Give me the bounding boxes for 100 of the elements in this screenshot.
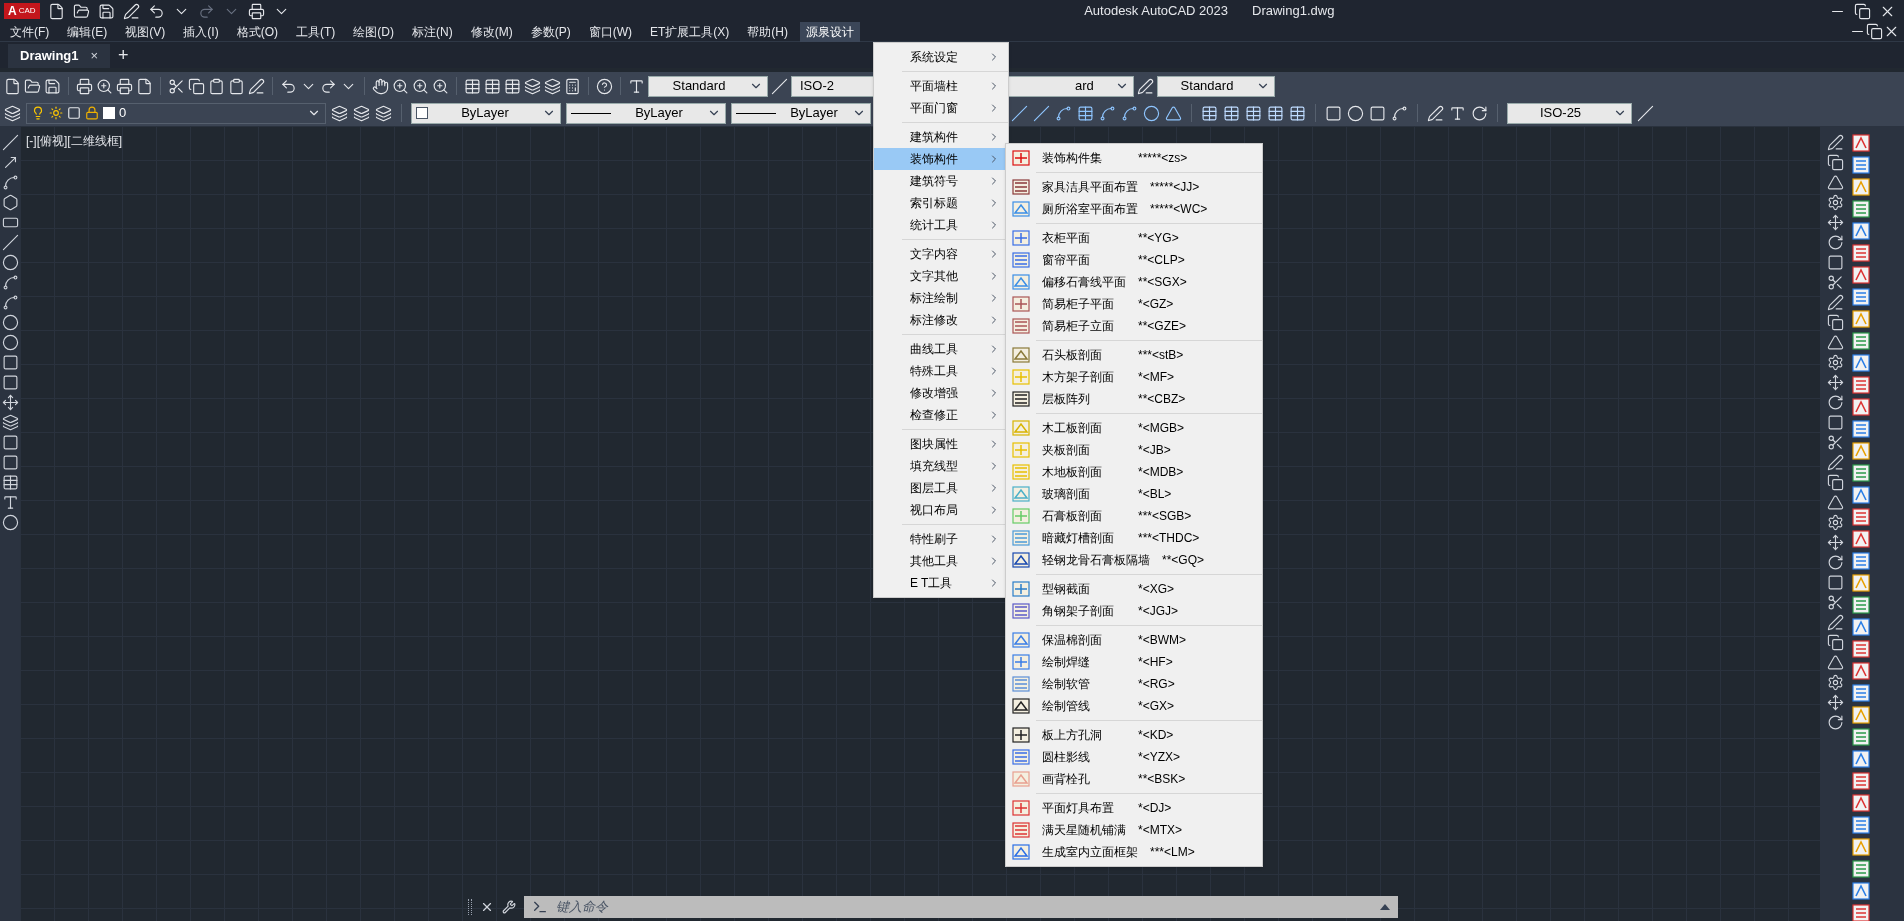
menu-option[interactable]: 满天星随机铺满 bbox=[1042, 821, 1126, 839]
menu-option[interactable]: 家具洁具平面布置 bbox=[1042, 178, 1138, 196]
menu-item[interactable]: 窗口(W) bbox=[582, 21, 638, 42]
menu-option[interactable]: 图层工具 bbox=[874, 477, 1008, 499]
menu-option[interactable]: 型钢截面 bbox=[1042, 580, 1126, 598]
menu-option[interactable]: 夹板剖面 bbox=[1042, 441, 1126, 459]
menu-option[interactable]: 圆柱影线 bbox=[1042, 748, 1126, 766]
menu-option[interactable]: 检查修正 bbox=[874, 404, 1008, 426]
menu-option[interactable]: 建筑构件 bbox=[874, 126, 1008, 148]
menu-option[interactable]: 玻璃剖面 bbox=[1042, 485, 1126, 503]
menu-option[interactable]: 图块属性 bbox=[874, 433, 1008, 455]
shortcut-text: *<GZ> bbox=[1138, 296, 1174, 313]
menu-option[interactable]: 文字内容 bbox=[874, 243, 1008, 265]
menu-item[interactable]: 标注(N) bbox=[406, 21, 459, 42]
menu-option[interactable]: 保温棉剖面 bbox=[1042, 631, 1126, 649]
linetype-dropdown[interactable]: ByLayer bbox=[566, 102, 726, 124]
menu-option[interactable]: 建筑符号 bbox=[874, 170, 1008, 192]
shortcut-text: *<GX> bbox=[1138, 698, 1175, 715]
menu-option[interactable]: 衣柜平面 bbox=[1042, 229, 1126, 247]
shortcut-text: **<GZE> bbox=[1138, 318, 1187, 335]
menu-option[interactable]: 偏移石膏线平面 bbox=[1042, 273, 1126, 291]
shortcut-text: *****<JJ> bbox=[1150, 179, 1200, 196]
menu-item[interactable]: 插入(I) bbox=[177, 21, 225, 42]
shortcut-text: *<YZX> bbox=[1138, 749, 1181, 766]
shortcut-text: **<CBZ> bbox=[1138, 391, 1186, 408]
shortcut-text: *<BL> bbox=[1138, 486, 1172, 503]
shortcut-text: *<JGJ> bbox=[1138, 603, 1179, 620]
menu-option[interactable]: 装饰构件集 bbox=[1042, 149, 1126, 167]
menu-option[interactable]: 角钢架子剖面 bbox=[1042, 602, 1126, 620]
new-tab-button[interactable]: + bbox=[118, 44, 129, 68]
menu-option[interactable]: 特性刷子 bbox=[874, 528, 1008, 550]
menu-option[interactable]: 装饰构件 bbox=[874, 148, 1008, 170]
menu-item[interactable]: 参数(P) bbox=[524, 21, 577, 42]
shortcut-text: **<CLP> bbox=[1138, 252, 1185, 269]
layer-dropdown[interactable]: 0 bbox=[26, 102, 326, 124]
menu-option[interactable]: 暗藏灯槽剖面 bbox=[1042, 529, 1126, 547]
menu-option[interactable]: 画背栓孔 bbox=[1042, 770, 1126, 788]
menu-option[interactable]: E T工具 bbox=[874, 572, 1008, 594]
menu-option[interactable]: 文字其他 bbox=[874, 265, 1008, 287]
menu-option[interactable]: 厕所浴室平面布置 bbox=[1042, 200, 1138, 218]
shortcut-text: *<KD> bbox=[1138, 727, 1174, 744]
shortcut-text: **<SGX> bbox=[1138, 274, 1187, 291]
menu-option[interactable]: 特殊工具 bbox=[874, 360, 1008, 382]
menu-option[interactable]: 木地板剖面 bbox=[1042, 463, 1126, 481]
text-style-dropdown[interactable]: Standard bbox=[648, 75, 768, 97]
menu-option[interactable]: 索引标题 bbox=[874, 192, 1008, 214]
menu-option[interactable]: 平面门窗 bbox=[874, 97, 1008, 119]
menu-option[interactable]: 视口布局 bbox=[874, 499, 1008, 521]
menu-item[interactable]: 文件(F) bbox=[4, 21, 56, 42]
menu-option[interactable]: 石膏板剖面 bbox=[1042, 507, 1126, 525]
shortcut-text: ***<THDC> bbox=[1138, 530, 1200, 547]
menu-option[interactable]: 绘制焊缝 bbox=[1042, 653, 1126, 671]
multileader-style-dropdown[interactable]: Standard bbox=[1157, 75, 1275, 97]
menu-item[interactable]: 工具(T) bbox=[290, 21, 342, 42]
menu-option[interactable]: 简易柜子立面 bbox=[1042, 317, 1126, 335]
menu-option[interactable]: 木方架子剖面 bbox=[1042, 368, 1126, 386]
menu-option[interactable]: 石头板剖面 bbox=[1042, 346, 1126, 364]
dim-style-dropdown[interactable]: ISO-25 bbox=[1507, 102, 1632, 124]
menu-item[interactable]: 帮助(H) bbox=[741, 21, 794, 42]
tab-close-button[interactable]: × bbox=[90, 46, 99, 66]
shortcut-text: *<MDB> bbox=[1138, 464, 1184, 481]
shortcut-text: ***<SGB> bbox=[1138, 508, 1192, 525]
menu-option[interactable]: 曲线工具 bbox=[874, 338, 1008, 360]
menu-item[interactable]: 格式(O) bbox=[230, 21, 284, 42]
lineweight-dropdown[interactable]: ByLayer bbox=[731, 102, 871, 124]
document-tab[interactable]: Drawing1 × bbox=[8, 44, 111, 68]
menu-option[interactable]: 标注修改 bbox=[874, 309, 1008, 331]
shortcut-text: **<BSK> bbox=[1138, 771, 1186, 788]
menu-option[interactable]: 统计工具 bbox=[874, 214, 1008, 236]
shortcut-text: **<GQ> bbox=[1162, 552, 1205, 569]
menu-option[interactable]: 绘制管线 bbox=[1042, 697, 1126, 715]
shortcut-text: *<JB> bbox=[1138, 442, 1171, 459]
menu-option[interactable]: 窗帘平面 bbox=[1042, 251, 1126, 269]
command-input[interactable]: 键入命令 bbox=[556, 897, 1372, 917]
menu-option[interactable]: 平面灯具布置 bbox=[1042, 799, 1126, 817]
menu-item[interactable]: 编辑(E) bbox=[61, 21, 114, 42]
menu-option[interactable]: 木工板剖面 bbox=[1042, 419, 1126, 437]
menu-option[interactable]: 其他工具 bbox=[874, 550, 1008, 572]
viewport-label[interactable]: [-][俯视][二维线框] bbox=[26, 132, 122, 150]
menu-option[interactable]: 绘制软管 bbox=[1042, 675, 1126, 693]
shortcut-text: *<HF> bbox=[1138, 654, 1173, 671]
menu-option[interactable]: 标注绘制 bbox=[874, 287, 1008, 309]
color-dropdown[interactable]: ByLayer bbox=[411, 102, 561, 124]
menu-option[interactable]: 板上方孔洞 bbox=[1042, 726, 1126, 744]
window-title: Autodesk AutoCAD 2023 bbox=[1084, 2, 1228, 21]
menu-item[interactable]: 源泉设计 bbox=[800, 21, 860, 42]
menu-option[interactable]: 轻钢龙骨石膏板隔墙 bbox=[1042, 551, 1150, 569]
menu-item[interactable]: ET扩展工具(X) bbox=[644, 21, 736, 42]
menu-item[interactable]: 绘图(D) bbox=[347, 21, 400, 42]
menu-option[interactable]: 填充线型 bbox=[874, 455, 1008, 477]
menu-option[interactable]: 系统设定 bbox=[874, 46, 1008, 68]
menu-option[interactable]: 简易柜子平面 bbox=[1042, 295, 1126, 313]
shortcut-text: *<RG> bbox=[1138, 676, 1175, 693]
menu-option[interactable]: 生成室内立面框架 bbox=[1042, 843, 1138, 861]
menu-option[interactable]: 层板阵列 bbox=[1042, 390, 1126, 408]
menu-item[interactable]: 修改(M) bbox=[464, 21, 519, 42]
menu-item[interactable]: 视图(V) bbox=[119, 21, 172, 42]
shortcut-text: *****<zs> bbox=[1138, 150, 1188, 167]
menu-option[interactable]: 修改增强 bbox=[874, 382, 1008, 404]
shortcut-text: ***<LM> bbox=[1150, 844, 1195, 861]
